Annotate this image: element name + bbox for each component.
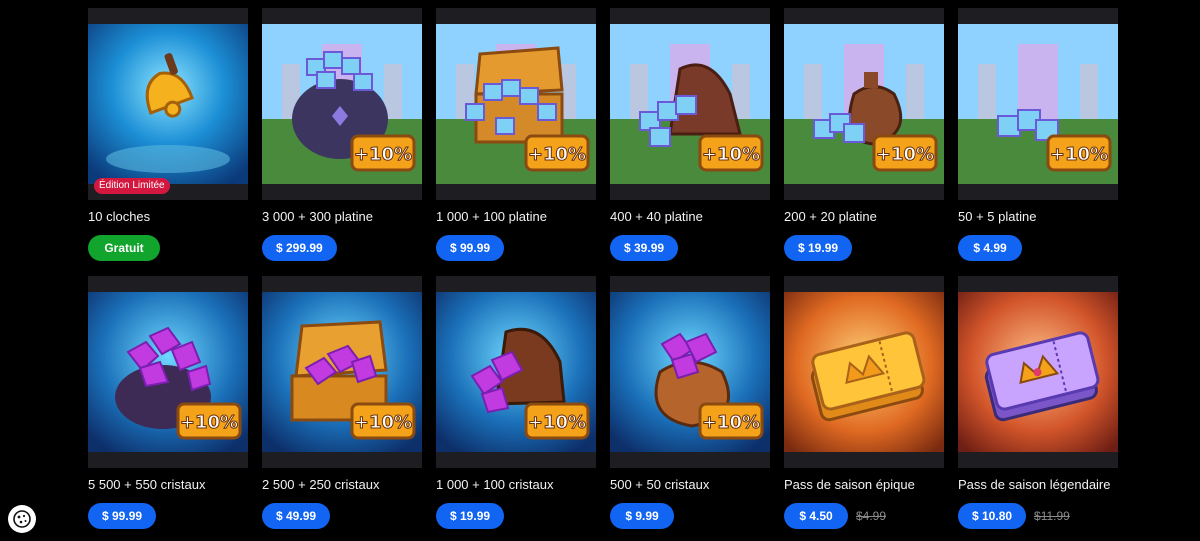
svg-text:+10%: +10% bbox=[528, 144, 586, 165]
svg-text:+10%: +10% bbox=[180, 412, 238, 433]
product-title: Pass de saison légendaire bbox=[958, 477, 1111, 492]
product-card[interactable]: +10% 5 500 + 550 cristaux $ 99.99 bbox=[88, 276, 248, 529]
buy-button[interactable]: $ 99.99 bbox=[436, 235, 505, 261]
crystal-row: +10% 5 500 + 550 cristaux $ 99.99 +10% 2 50… bbox=[88, 276, 1118, 529]
product-thumbnail[interactable]: +10% bbox=[436, 8, 596, 200]
product-card[interactable]: Édition Limitée 10 cloches Gratuit bbox=[88, 8, 248, 261]
product-card[interactable]: +10% 200 + 20 platine $ 19.99 bbox=[784, 8, 944, 261]
product-thumbnail[interactable]: +10% bbox=[610, 276, 770, 468]
price-line: $ 19.99 bbox=[784, 235, 944, 261]
product-title: Pass de saison épique bbox=[784, 477, 915, 492]
buy-button[interactable]: $ 49.99 bbox=[262, 503, 331, 529]
svg-text:+10%: +10% bbox=[1050, 144, 1108, 165]
product-title: 50 + 5 platine bbox=[958, 209, 1037, 224]
crystal-cauldron-image: +10% bbox=[88, 292, 248, 452]
product-card[interactable]: +10% 3 000 + 300 platine $ 299.99 bbox=[262, 8, 422, 261]
original-price: $11.99 bbox=[1034, 509, 1070, 523]
product-card[interactable]: +10% 1 000 + 100 platine $ 99.99 bbox=[436, 8, 596, 261]
product-title: 500 + 50 cristaux bbox=[610, 477, 710, 492]
buy-button[interactable]: $ 4.99 bbox=[958, 235, 1022, 261]
product-thumbnail[interactable] bbox=[784, 276, 944, 468]
price-line: $ 4.50 $4.99 bbox=[784, 503, 944, 529]
product-card[interactable]: Pass de saison épique $ 4.50 $4.99 bbox=[784, 276, 944, 529]
price-line: $ 99.99 bbox=[88, 503, 248, 529]
cookie-settings-button[interactable] bbox=[8, 505, 36, 533]
product-thumbnail[interactable]: Édition Limitée bbox=[88, 8, 248, 200]
buy-button[interactable]: $ 39.99 bbox=[610, 235, 679, 261]
svg-text:+10%: +10% bbox=[354, 412, 412, 433]
limited-edition-badge: Édition Limitée bbox=[94, 178, 170, 194]
crystal-hat-image: +10% bbox=[436, 292, 596, 452]
price-line: $ 49.99 bbox=[262, 503, 422, 529]
free-claim-button[interactable]: Gratuit bbox=[88, 235, 160, 261]
buy-button[interactable]: $ 4.50 bbox=[784, 503, 848, 529]
platinum-bag-image: +10% bbox=[784, 24, 944, 184]
product-card[interactable]: +10% 500 + 50 cristaux $ 9.99 bbox=[610, 276, 770, 529]
product-thumbnail[interactable]: +10% bbox=[88, 276, 248, 468]
buy-button[interactable]: $ 99.99 bbox=[88, 503, 157, 529]
price-line: $ 19.99 bbox=[436, 503, 596, 529]
platinum-hat-image: +10% bbox=[610, 24, 770, 184]
product-title: 10 cloches bbox=[88, 209, 151, 224]
product-card[interactable]: +10% 1 000 + 100 cristaux $ 19.99 bbox=[436, 276, 596, 529]
price-line: Gratuit bbox=[88, 235, 248, 261]
product-card[interactable]: +10% 400 + 40 platine $ 39.99 bbox=[610, 8, 770, 261]
product-title: 3 000 + 300 platine bbox=[262, 209, 373, 224]
product-thumbnail[interactable]: +10% bbox=[958, 8, 1118, 200]
product-title: 2 500 + 250 cristaux bbox=[262, 477, 380, 492]
platinum-row: Édition Limitée 10 cloches Gratuit +10% 3 0… bbox=[88, 8, 1118, 261]
price-line: $ 39.99 bbox=[610, 235, 770, 261]
product-thumbnail[interactable]: +10% bbox=[436, 276, 596, 468]
buy-button[interactable]: $ 19.99 bbox=[784, 235, 853, 261]
product-title: 200 + 20 platine bbox=[784, 209, 877, 224]
original-price: $4.99 bbox=[856, 509, 887, 523]
crystal-chest-image: +10% bbox=[262, 292, 422, 452]
product-thumbnail[interactable] bbox=[958, 276, 1118, 468]
product-card[interactable]: Pass de saison légendaire $ 10.80 $11.99 bbox=[958, 276, 1118, 529]
price-line: $ 9.99 bbox=[610, 503, 770, 529]
svg-text:+10%: +10% bbox=[354, 144, 412, 165]
buy-button[interactable]: $ 10.80 bbox=[958, 503, 1027, 529]
buy-button[interactable]: $ 19.99 bbox=[436, 503, 505, 529]
epic-pass-image bbox=[784, 292, 944, 452]
price-line: $ 99.99 bbox=[436, 235, 596, 261]
bell-image bbox=[88, 24, 248, 184]
product-title: 5 500 + 550 cristaux bbox=[88, 477, 206, 492]
product-card[interactable]: +10% 50 + 5 platine $ 4.99 bbox=[958, 8, 1118, 261]
svg-text:+10%: +10% bbox=[876, 144, 934, 165]
buy-button[interactable]: $ 9.99 bbox=[610, 503, 674, 529]
legendary-pass-image bbox=[958, 292, 1118, 452]
price-line: $ 4.99 bbox=[958, 235, 1118, 261]
platinum-cauldron-image: +10% bbox=[262, 24, 422, 184]
product-title: 400 + 40 platine bbox=[610, 209, 703, 224]
price-line: $ 10.80 $11.99 bbox=[958, 503, 1118, 529]
product-thumbnail[interactable]: +10% bbox=[262, 8, 422, 200]
product-card[interactable]: +10% 2 500 + 250 cristaux $ 49.99 bbox=[262, 276, 422, 529]
cookie-icon bbox=[13, 510, 31, 528]
crystal-bag-image: +10% bbox=[610, 292, 770, 452]
svg-text:+10%: +10% bbox=[702, 144, 760, 165]
svg-text:+10%: +10% bbox=[528, 412, 586, 433]
product-thumbnail[interactable]: +10% bbox=[262, 276, 422, 468]
platinum-small-image: +10% bbox=[958, 24, 1118, 184]
product-title: 1 000 + 100 platine bbox=[436, 209, 547, 224]
product-title: 1 000 + 100 cristaux bbox=[436, 477, 554, 492]
svg-text:+10%: +10% bbox=[702, 412, 760, 433]
platinum-chest-image: +10% bbox=[436, 24, 596, 184]
product-thumbnail[interactable]: +10% bbox=[784, 8, 944, 200]
buy-button[interactable]: $ 299.99 bbox=[262, 235, 337, 261]
price-line: $ 299.99 bbox=[262, 235, 422, 261]
product-thumbnail[interactable]: +10% bbox=[610, 8, 770, 200]
